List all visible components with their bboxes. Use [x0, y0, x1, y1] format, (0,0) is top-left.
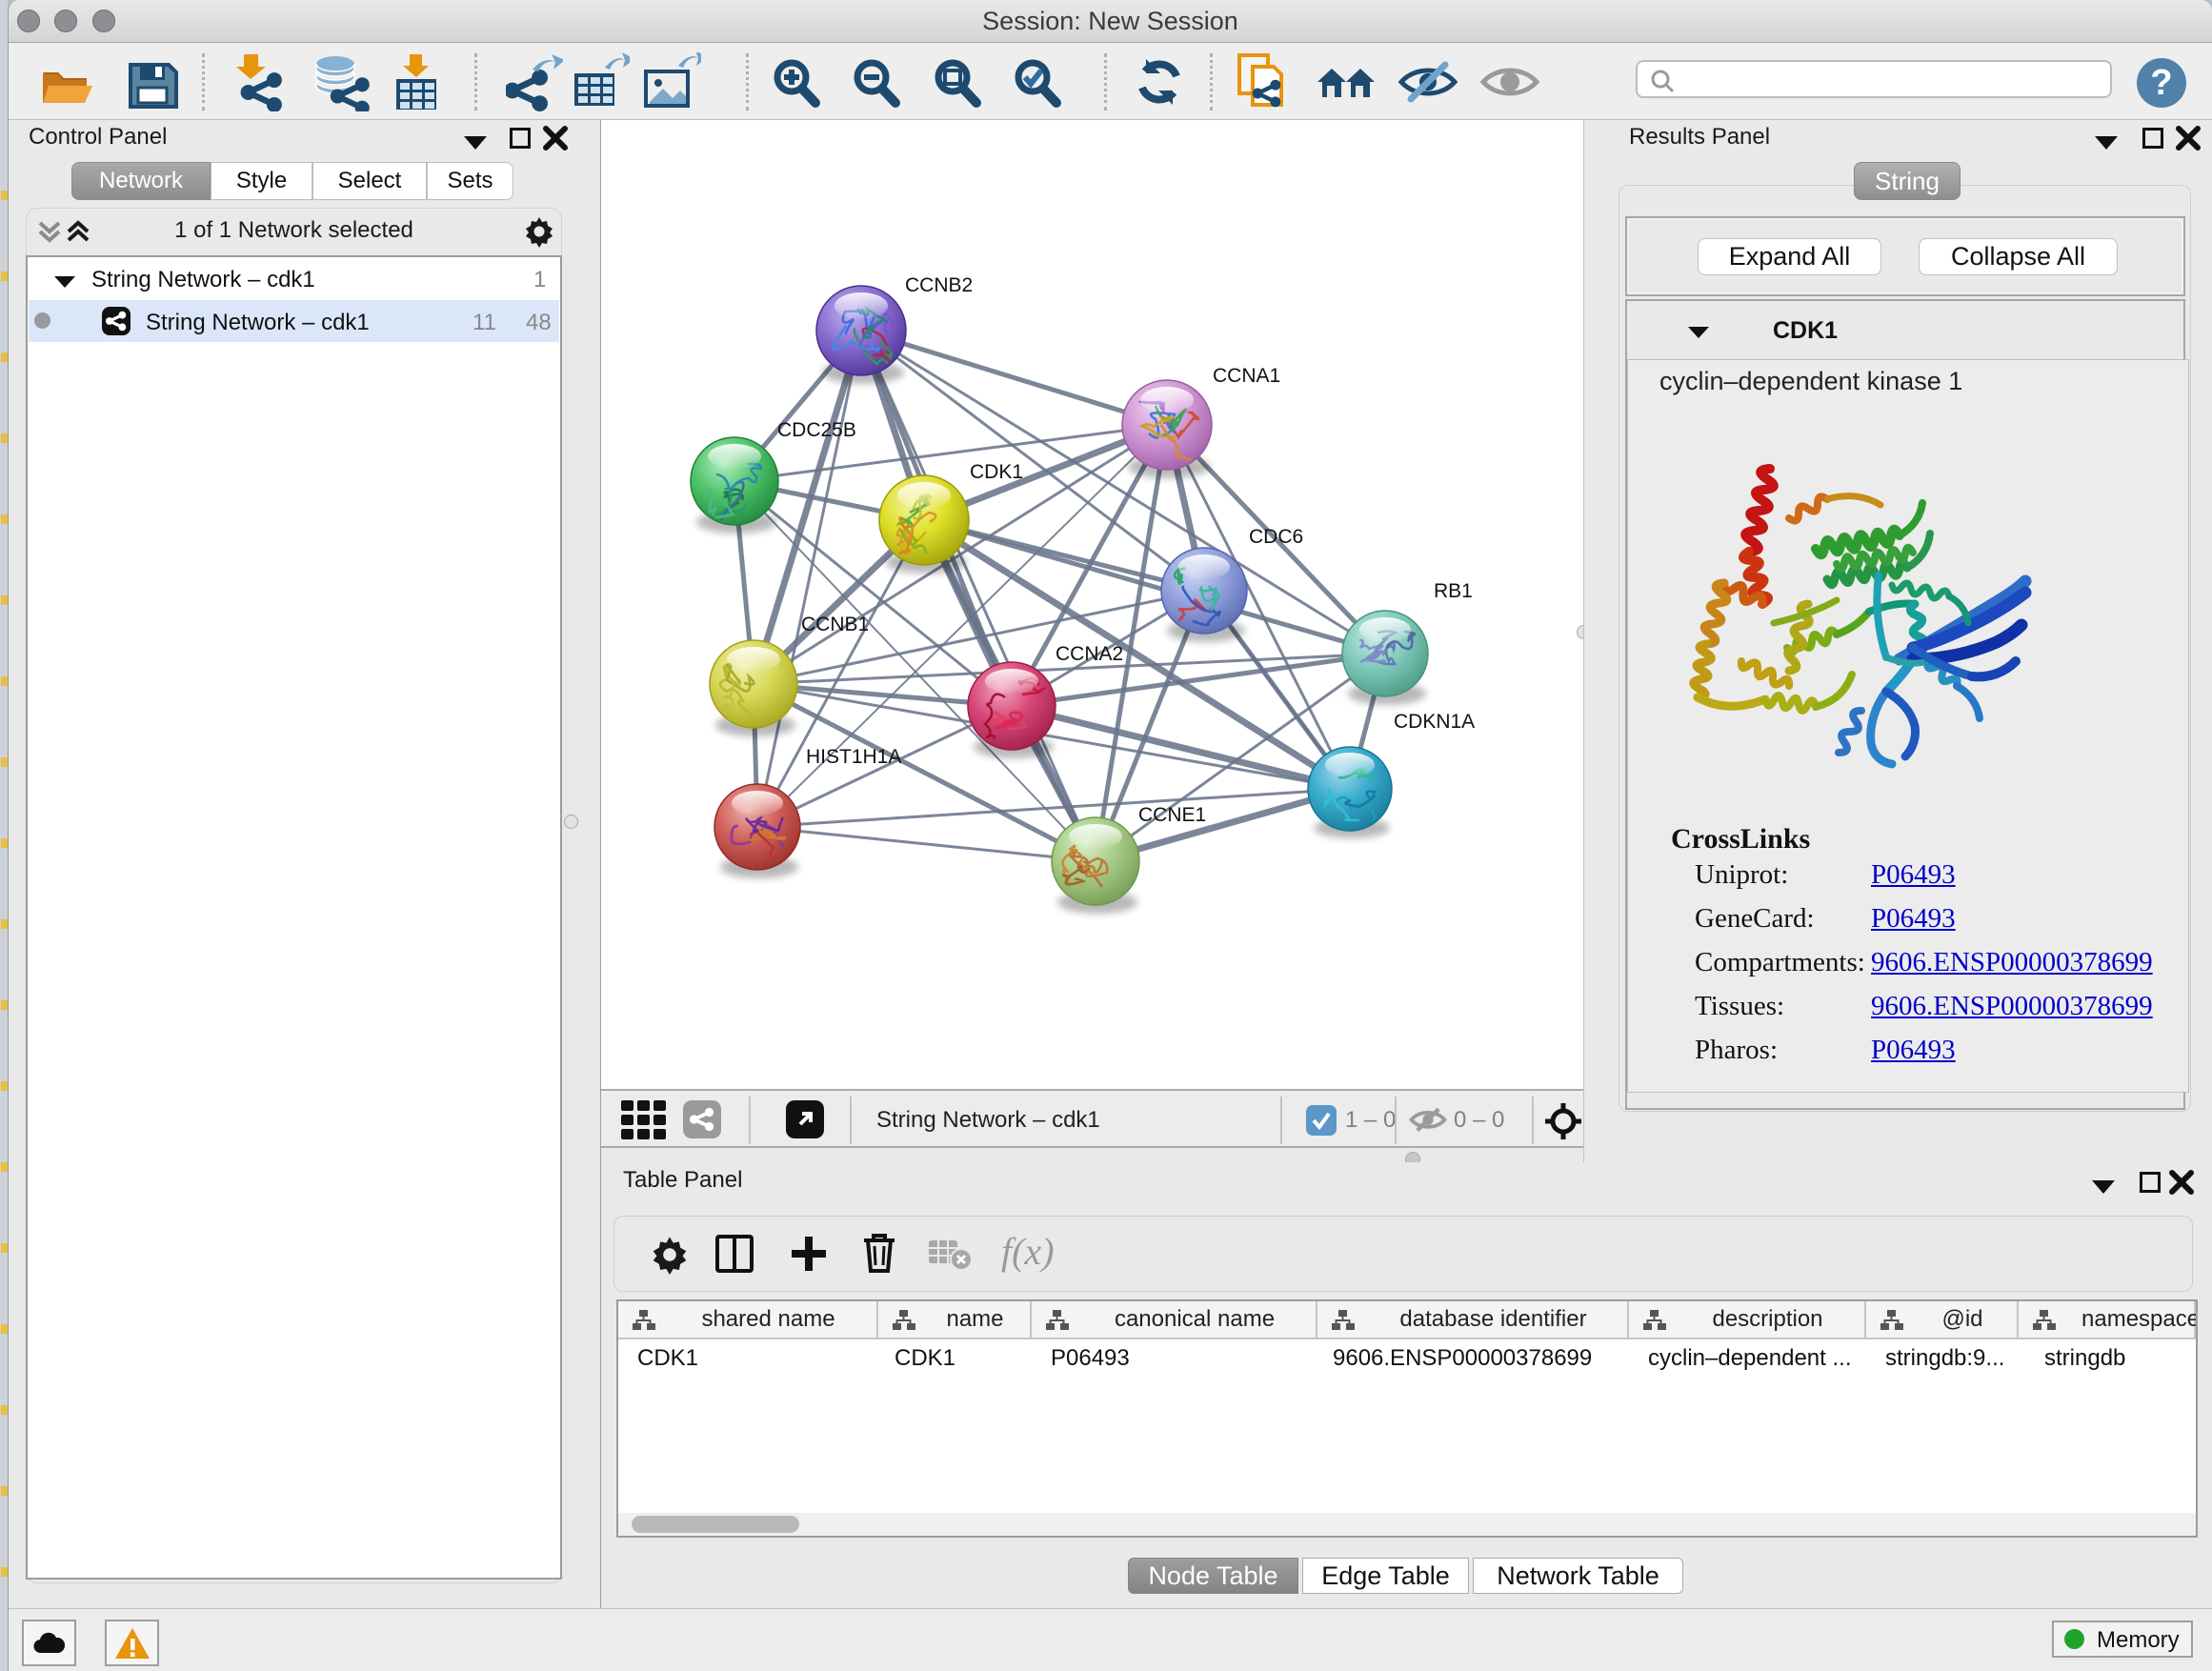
svg-text:CCNB2: CCNB2 [905, 274, 973, 296]
svg-text:CCNB1: CCNB1 [801, 614, 869, 635]
svg-text:CDKN1A: CDKN1A [1394, 711, 1475, 733]
svg-text:RB1: RB1 [1434, 580, 1473, 602]
svg-text:CCNE1: CCNE1 [1138, 804, 1206, 826]
svg-text:CCNA2: CCNA2 [1056, 643, 1123, 665]
svg-text:HIST1H1A: HIST1H1A [806, 746, 901, 768]
svg-text:CCNA1: CCNA1 [1213, 365, 1280, 387]
svg-text:CDK1: CDK1 [970, 461, 1023, 483]
svg-text:CDC6: CDC6 [1249, 526, 1303, 548]
svg-text:?: ? [2150, 63, 2172, 103]
svg-text:CDC25B: CDC25B [777, 419, 856, 441]
